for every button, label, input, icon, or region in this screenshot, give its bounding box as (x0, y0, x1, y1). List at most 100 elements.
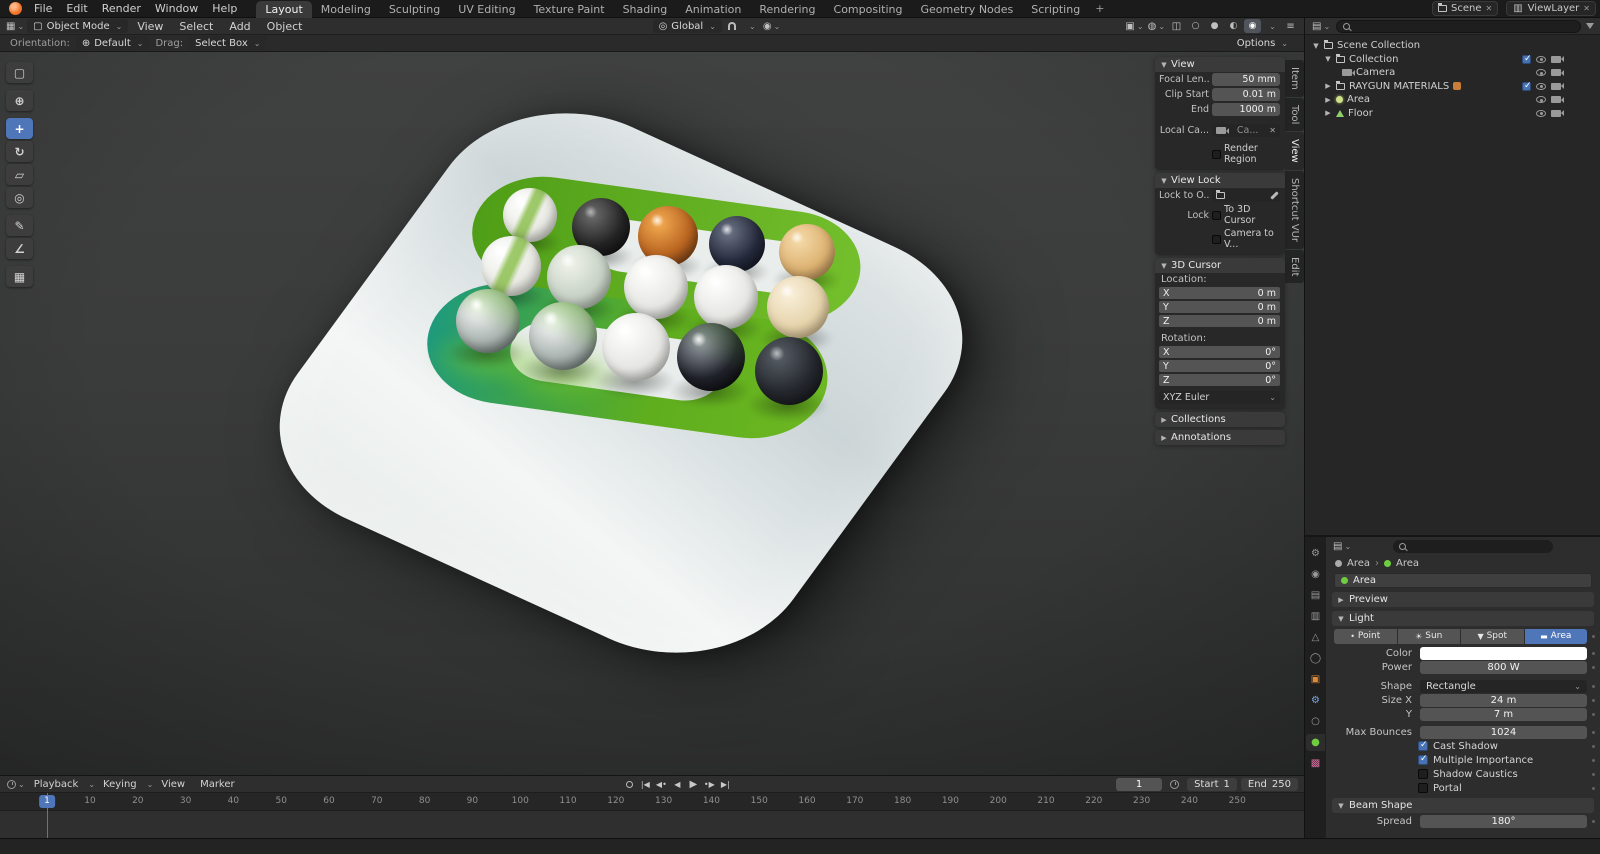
view-lock-header[interactable]: ▼ View Lock (1155, 173, 1285, 188)
show-overlays-icon[interactable]: ◍ ⌄ (1147, 19, 1166, 33)
animate-decorator-icon[interactable] (1587, 699, 1600, 702)
add-workspace-button[interactable]: + (1089, 0, 1110, 17)
cursor-rotation-x-field[interactable]: X 0° (1159, 346, 1280, 358)
workspace-tab-texture-paint[interactable]: Texture Paint (525, 1, 614, 18)
viewlayer-selector[interactable]: ▥ ViewLayer ✕ (1506, 1, 1596, 16)
animate-decorator-icon[interactable] (1587, 745, 1600, 748)
scene-selector[interactable]: Scene ✕ (1432, 1, 1499, 16)
properties-search-input[interactable] (1410, 541, 1548, 552)
animate-decorator-icon[interactable] (1587, 635, 1600, 638)
multiple-importance-checkbox[interactable] (1418, 754, 1428, 765)
exclude-collection-checkbox[interactable] (1522, 54, 1532, 64)
editor-type-icon[interactable]: ▦ ⌄ (5, 19, 25, 33)
drag-dropdown[interactable]: Select Box ⌄ (189, 36, 267, 50)
menu-window[interactable]: Window (148, 0, 205, 18)
properties-tab-physics[interactable]: ○ (1306, 713, 1325, 730)
workspace-tab-sculpting[interactable]: Sculpting (380, 1, 449, 18)
sidebar-tab-edit[interactable]: Edit (1285, 249, 1304, 284)
disable-render-icon[interactable] (1551, 82, 1561, 90)
cast-shadow-checkbox[interactable] (1418, 740, 1428, 751)
collapse-arrow-icon[interactable]: ▼ (1312, 42, 1320, 50)
sphere-cream-9[interactable] (767, 276, 829, 338)
disable-render-icon[interactable] (1551, 55, 1561, 63)
timeline-editor-type-icon[interactable]: ⌄ (6, 777, 26, 791)
disable-render-icon[interactable] (1551, 109, 1561, 117)
toggle-xray-icon[interactable]: ◫ (1168, 19, 1185, 33)
properties-tab-object[interactable]: ▣ (1306, 671, 1325, 688)
outliner-row-raygun-materials[interactable]: ▶ RAYGUN MATERIALS (1308, 80, 1597, 94)
workspace-tab-compositing[interactable]: Compositing (825, 1, 912, 18)
max-bounces-field[interactable]: 1024 (1420, 725, 1587, 739)
snap-settings-dropdown[interactable]: ⌄ (743, 19, 760, 33)
animate-decorator-icon[interactable] (1587, 652, 1600, 655)
workspace-tab-scripting[interactable]: Scripting (1022, 1, 1089, 18)
rotation-mode-dropdown[interactable]: XYZ Euler ⌄ (1159, 391, 1280, 404)
clear-camera-icon[interactable]: ✕ (1269, 126, 1276, 135)
marker-menu[interactable]: Marker (193, 779, 242, 790)
outliner-row-floor[interactable]: ▶ Floor (1308, 107, 1597, 121)
playhead-frame-label[interactable]: 1 (39, 795, 55, 808)
properties-tab-modifiers[interactable]: ⚙ (1306, 692, 1325, 709)
cursor-rotation-y-field[interactable]: Y 0° (1159, 360, 1280, 372)
sphere-glossy_black-13[interactable] (677, 323, 745, 391)
cursor-location-y-field[interactable]: Y0 m (1159, 301, 1280, 313)
menu-add[interactable]: Add (222, 20, 257, 33)
light-type-point-button[interactable]: • Point (1334, 628, 1397, 644)
properties-tab-tool[interactable]: ⚙ (1306, 545, 1325, 562)
properties-tab-output[interactable]: ▤ (1306, 587, 1325, 604)
viewport-3d[interactable]: ▢ ⊕ + ↻ ▱ ◎ ✎ ∠ ▦ ▼ View Focal Len... 50 mm Clip S… (0, 52, 1304, 775)
workspace-tab-uv-editing[interactable]: UV Editing (449, 1, 524, 18)
shadow-caustics-checkbox[interactable] (1418, 769, 1428, 779)
sphere-white-12[interactable] (602, 313, 670, 381)
options-dropdown[interactable]: Options ⌄ (1231, 36, 1294, 50)
menu-render[interactable]: Render (95, 0, 148, 18)
render-region-checkbox[interactable] (1212, 149, 1221, 159)
expand-arrow-icon[interactable]: ▶ (1324, 96, 1332, 104)
outliner-row-area[interactable]: ▶ Area (1308, 93, 1597, 107)
menu-select[interactable]: Select (172, 20, 220, 33)
show-gizmo-icon[interactable]: ▣ ⌄ (1124, 19, 1144, 33)
mode-selector[interactable]: ▢ Object Mode ⌄ (27, 19, 129, 33)
workspace-tab-modeling[interactable]: Modeling (312, 1, 380, 18)
properties-tab-scene[interactable]: △ (1306, 629, 1325, 646)
keying-menu[interactable]: Keying (96, 779, 144, 790)
sidebar-tab-tool[interactable]: Tool (1285, 97, 1304, 132)
menu-edit[interactable]: Edit (59, 0, 94, 18)
frame-ruler[interactable]: 10 20 30 40 50 60 70 80 90 100 110 120 130 140 150 160 1… (0, 793, 1304, 811)
next-keyframe-button[interactable]: •▶ (702, 777, 717, 791)
outliner-row-camera[interactable]: Camera (1308, 66, 1597, 80)
properties-search[interactable] (1393, 540, 1554, 553)
breadcrumb-object[interactable]: Area (1347, 558, 1370, 569)
local-camera-field[interactable]: Ca... ✕ (1212, 124, 1280, 137)
menu-help[interactable]: Help (205, 0, 244, 18)
unlink-scene-icon[interactable]: ✕ (1486, 4, 1493, 13)
menu-file[interactable]: File (27, 0, 59, 18)
outliner-editor-type-icon[interactable]: ▤ ⌄ (1311, 19, 1331, 33)
workspace-tab-layout[interactable]: Layout (256, 0, 312, 18)
eyedropper-icon[interactable] (1270, 191, 1279, 200)
cursor-3d-header[interactable]: ▼ 3D Cursor (1155, 258, 1285, 273)
outliner-search[interactable] (1336, 19, 1581, 33)
menu-object[interactable]: Object (260, 20, 310, 33)
outliner-row-collection[interactable]: ▼ Collection (1308, 53, 1597, 67)
properties-editor-type-icon[interactable]: ▤ ⌄ (1332, 540, 1352, 554)
jump-to-start-button[interactable]: |◀ (638, 777, 653, 791)
animate-decorator-icon[interactable] (1587, 731, 1600, 734)
shape-dropdown[interactable]: Rectangle ⌄ (1420, 679, 1587, 693)
timeline-track[interactable] (0, 811, 1304, 838)
tool-scale-button[interactable]: ▱ (6, 164, 33, 185)
disable-render-icon[interactable] (1551, 96, 1561, 104)
orientation-dropdown[interactable]: ⊕ Default ⌄ (75, 36, 150, 50)
focal-length-field[interactable]: 50 mm (1212, 73, 1280, 86)
outliner-search-input[interactable] (1354, 20, 1574, 32)
hide-viewport-icon[interactable] (1536, 82, 1546, 90)
light-section-header[interactable]: ▼ Light (1332, 611, 1594, 626)
hide-viewport-icon[interactable] (1536, 69, 1546, 77)
properties-tab-object-data[interactable]: ● (1306, 734, 1325, 751)
hide-viewport-icon[interactable] (1536, 109, 1546, 117)
sidebar-tab-item[interactable]: Item (1285, 60, 1304, 97)
light-type-sun-button[interactable]: ☀ Sun (1397, 628, 1460, 644)
size-x-field[interactable]: 24 m (1420, 693, 1587, 707)
sphere-navy-3[interactable] (709, 216, 765, 272)
lock-to-object-field[interactable] (1212, 189, 1280, 202)
